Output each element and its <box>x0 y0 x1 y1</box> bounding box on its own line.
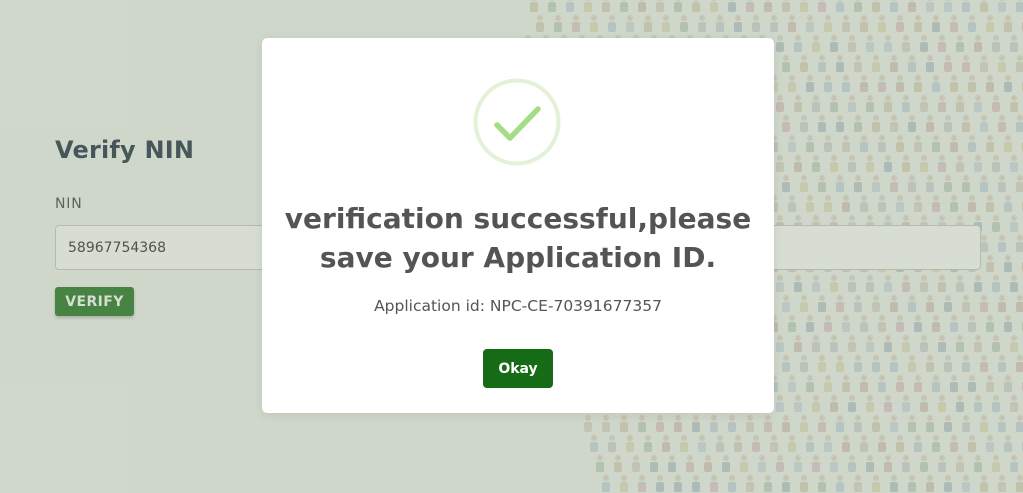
application-id-text: Application id: NPC-CE-70391677357 <box>374 297 662 315</box>
okay-button[interactable]: Okay <box>483 349 553 388</box>
page: Verify NIN NIN VERIFY verification succe… <box>0 0 1023 493</box>
dialog-title: verification successful,please save your… <box>284 202 752 274</box>
success-dialog: verification successful,please save your… <box>262 38 774 413</box>
success-check-icon <box>473 78 561 166</box>
